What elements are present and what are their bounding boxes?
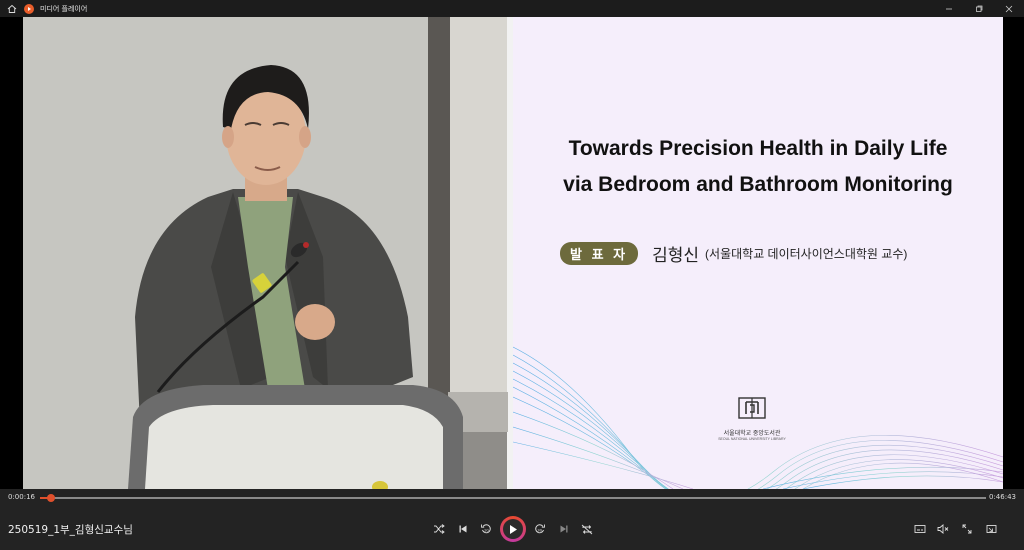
forward-30-icon[interactable]: 30 (529, 519, 551, 539)
app-icon (24, 3, 34, 14)
fullscreen-icon[interactable] (956, 519, 978, 539)
minimize-icon[interactable] (934, 0, 964, 17)
title-bar: 미디어 플레이어 (0, 0, 1024, 17)
subtitles-icon[interactable] (909, 519, 931, 539)
miniplayer-icon[interactable] (980, 519, 1002, 539)
control-bar: 0:00:16 0:46:43 250519_1부_김형신교수님 10 30 (0, 489, 1024, 550)
play-icon (503, 519, 523, 539)
next-icon[interactable] (553, 519, 575, 539)
shuffle-icon[interactable] (428, 519, 450, 539)
volume-muted-icon[interactable] (932, 519, 954, 539)
svg-text:10: 10 (484, 527, 489, 532)
seek-thumb[interactable] (47, 494, 56, 502)
file-name: 250519_1부_김형신교수님 (8, 524, 133, 536)
slide-title-line2: via Bedroom and Bathroom Monitoring (563, 173, 953, 196)
library-name-english: SEOUL NATIONAL UNIVERSITY LIBRARY (718, 437, 786, 441)
previous-icon[interactable] (452, 519, 474, 539)
presentation-slide: Towards Precision Health in Daily Life v… (513, 17, 1003, 489)
presenter-affiliation: (서울대학교 데이터사이언스대학원 교수) (705, 247, 908, 261)
library-name-korean: 서울대학교 중앙도서관 (723, 431, 781, 437)
media-player-window: 미디어 플레이어 Towards Precision Health in Dai… (0, 0, 1024, 550)
slide-title: Towards Precision Health in Daily Life v… (513, 131, 1003, 203)
video-frame[interactable]: Towards Precision Health in Daily Life v… (0, 17, 1024, 489)
total-time: 0:46:43 (989, 493, 1016, 501)
repeat-off-icon[interactable] (576, 519, 598, 539)
library-logo: 서울대학교 중앙도서관 SEOUL NATIONAL UNIVERSITY LI… (717, 395, 787, 441)
rewind-10-icon[interactable]: 10 (475, 519, 497, 539)
speaker-video (23, 17, 513, 489)
restore-icon[interactable] (964, 0, 994, 17)
library-book-icon (738, 397, 766, 419)
seek-bar[interactable] (40, 494, 986, 502)
presenter-badge: 발 표 자 (560, 242, 639, 265)
presenter-row: 발 표 자 김형신 (서울대학교 데이터사이언스대학원 교수) (560, 241, 907, 266)
slide-title-line1: Towards Precision Health in Daily Life (568, 137, 948, 160)
presenter-name: 김형신 (652, 246, 700, 265)
close-icon[interactable] (994, 0, 1024, 17)
window-controls (934, 0, 1024, 17)
window-title: 미디어 플레이어 (40, 4, 88, 13)
current-time: 0:00:16 (8, 493, 35, 501)
home-icon[interactable] (0, 0, 24, 17)
play-button[interactable] (500, 516, 526, 542)
svg-text:30: 30 (537, 527, 542, 532)
